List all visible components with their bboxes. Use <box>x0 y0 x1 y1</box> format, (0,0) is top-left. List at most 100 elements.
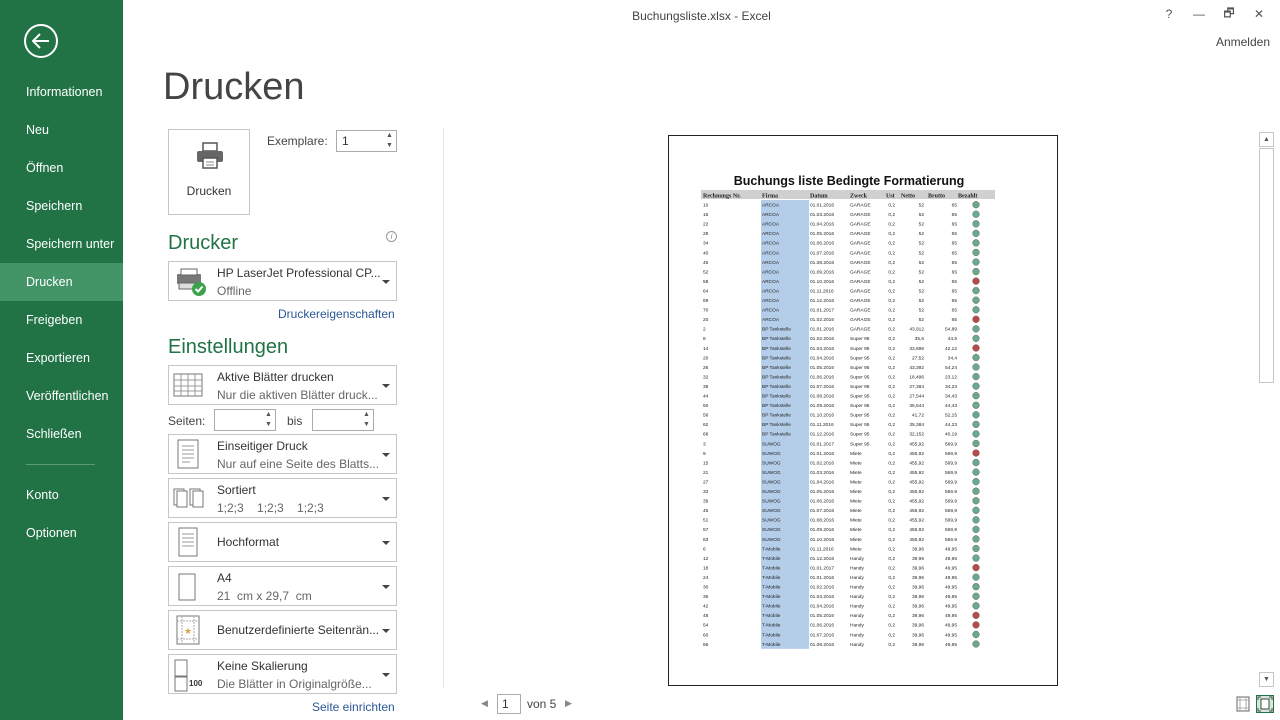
status-dot-icon <box>972 382 980 390</box>
cell-ust: 0,2 <box>888 308 895 314</box>
cell-datum: 01.07.2016 <box>810 250 834 256</box>
pages-from-down-icon[interactable]: ▼ <box>262 420 275 430</box>
cell-ust: 0,2 <box>888 394 895 400</box>
cell-datum: 01.02.2016 <box>810 317 834 323</box>
nav-item-freigeben[interactable]: Freigeben <box>0 301 123 339</box>
info-icon[interactable]: i <box>386 231 397 242</box>
cell-nr: 42 <box>703 604 709 610</box>
cell-brutto: 44,43 <box>945 403 957 409</box>
cell-brutto: 569,9 <box>945 527 957 533</box>
cell-zweck: GARAGE <box>850 279 871 285</box>
nav-item-drucken[interactable]: Drucken <box>0 263 123 301</box>
nav-item-konto[interactable]: Konto <box>0 476 123 514</box>
scroll-down-icon[interactable]: ▼ <box>1259 672 1274 687</box>
cell-brutto: 54,24 <box>945 365 957 371</box>
cell-firma: SUWOG <box>762 527 781 533</box>
back-button[interactable] <box>24 24 58 58</box>
orientation-dropdown[interactable]: Hochformat <box>168 522 397 562</box>
copies-down-icon[interactable]: ▼ <box>383 141 396 151</box>
print-what-dropdown[interactable]: Aktive Blätter drucken Nur die aktiven B… <box>168 365 397 405</box>
cell-datum: 01.05.2016 <box>810 365 834 371</box>
printer-properties-link[interactable]: Druckereigenschaften <box>278 307 395 321</box>
nav-item-öffnen[interactable]: Öffnen <box>0 149 123 187</box>
pages-to-down-icon[interactable]: ▼ <box>360 420 373 430</box>
pages-to-up-icon[interactable]: ▲ <box>360 410 373 420</box>
nav-item-exportieren[interactable]: Exportieren <box>0 339 123 377</box>
cell-ust: 0,2 <box>888 479 895 485</box>
cell-firma: ARCOA <box>762 308 780 314</box>
cell-netto: 39,96 <box>912 565 924 571</box>
paper-size-icon <box>178 573 196 601</box>
signin-link[interactable]: Anmelden <box>1216 35 1270 49</box>
nav-item-speichern[interactable]: Speichern <box>0 187 123 225</box>
preview-scrollbar[interactable]: ▲ ▼ <box>1259 132 1274 687</box>
minimize-button[interactable]: — <box>1184 3 1214 25</box>
cell-firma: ARCOA <box>762 260 780 266</box>
cell-nr: 28 <box>703 231 709 237</box>
pages-to-stepper[interactable]: ▲ ▼ <box>312 409 374 431</box>
cell-datum: 01.04.2016 <box>810 355 834 361</box>
show-margins-icon[interactable] <box>1234 695 1252 713</box>
cell-netto: 39,96 <box>912 546 924 552</box>
collate-dropdown[interactable]: Sortiert 1;2;3 1;2;3 1;2;3 <box>168 478 397 518</box>
zoom-to-page-icon[interactable] <box>1256 695 1274 713</box>
nav-item-informationen[interactable]: Informationen <box>0 73 123 111</box>
page-setup-link[interactable]: Seite einrichten <box>312 700 395 714</box>
status-dot-icon <box>972 258 980 266</box>
close-button[interactable]: ✕ <box>1244 3 1274 25</box>
cell-ust: 0,2 <box>888 327 895 333</box>
cell-nr: 18 <box>703 565 709 571</box>
restore-button[interactable]: 🗗 <box>1214 3 1244 25</box>
help-button[interactable]: ? <box>1154 3 1184 25</box>
previous-page-icon[interactable]: ◀ <box>481 698 488 709</box>
status-dot-icon <box>972 573 980 581</box>
cell-nr: 62 <box>703 422 709 428</box>
cell-zweck: Miete <box>850 537 862 543</box>
copies-up-icon[interactable]: ▲ <box>383 131 396 141</box>
cell-datum: 01.07.2016 <box>810 508 834 514</box>
cell-ust: 0,2 <box>888 508 895 514</box>
paper-size-dropdown[interactable]: A4 21 cm x 29,7 cm <box>168 566 397 606</box>
copies-stepper[interactable]: 1 ▲ ▼ <box>336 130 397 152</box>
scroll-thumb[interactable] <box>1259 148 1274 383</box>
cell-zweck: Miete <box>850 546 862 552</box>
status-dot-icon <box>972 363 980 371</box>
nav-item-neu[interactable]: Neu <box>0 111 123 149</box>
cell-ust: 0,2 <box>888 556 895 562</box>
custom-margins-icon: ★ <box>176 615 200 645</box>
current-page-input[interactable]: 1 <box>497 694 521 714</box>
cell-netto: 52 <box>919 260 925 266</box>
cell-netto: 39,96 <box>912 623 924 629</box>
chevron-down-icon <box>382 585 390 589</box>
next-page-icon[interactable]: ▶ <box>565 698 572 709</box>
cell-brutto: 34,4 <box>948 355 958 361</box>
cell-brutto: 49,95 <box>945 585 957 591</box>
status-dot-icon <box>972 544 980 553</box>
status-dot-icon <box>972 248 980 257</box>
cell-netto: 455,92 <box>909 508 924 514</box>
cell-zweck: GARAGE <box>850 260 871 266</box>
nav-item-schließen[interactable]: Schließen <box>0 415 123 453</box>
nav-item-optionen[interactable]: Optionen <box>0 514 123 552</box>
cell-firma: ARCOA <box>762 250 780 256</box>
cell-netto: 39,96 <box>912 556 924 562</box>
print-button[interactable]: Drucken <box>168 129 250 215</box>
printer-name: HP LaserJet Professional CP... <box>217 266 381 280</box>
cell-firma: SUWOG <box>762 537 781 543</box>
scroll-up-icon[interactable]: ▲ <box>1259 132 1274 147</box>
sides-dropdown[interactable]: Einseitiger Druck Nur auf eine Seite des… <box>168 434 397 474</box>
margins-dropdown[interactable]: ★ Benutzerdefinierte Seitenrän... <box>168 610 397 650</box>
scaling-dropdown[interactable]: 100 Keine Skalierung Die Blätter in Orig… <box>168 654 397 694</box>
pages-from-up-icon[interactable]: ▲ <box>262 410 275 420</box>
nav-item-speichern-unter[interactable]: Speichern unter <box>0 225 123 263</box>
status-dot-icon <box>972 621 980 629</box>
cell-brutto: 65 <box>952 269 958 275</box>
column-header: Brutto <box>928 194 945 200</box>
pages-from-stepper[interactable]: ▲ ▼ <box>214 409 276 431</box>
nav-item-veröffentlichen[interactable]: Veröffentlichen <box>0 377 123 415</box>
cell-ust: 0,2 <box>888 336 895 342</box>
cell-brutto: 44,5 <box>948 336 958 342</box>
status-dot-icon <box>972 220 980 228</box>
status-dot-icon <box>972 449 980 457</box>
printer-dropdown[interactable]: HP LaserJet Professional CP... Offline <box>168 261 397 301</box>
